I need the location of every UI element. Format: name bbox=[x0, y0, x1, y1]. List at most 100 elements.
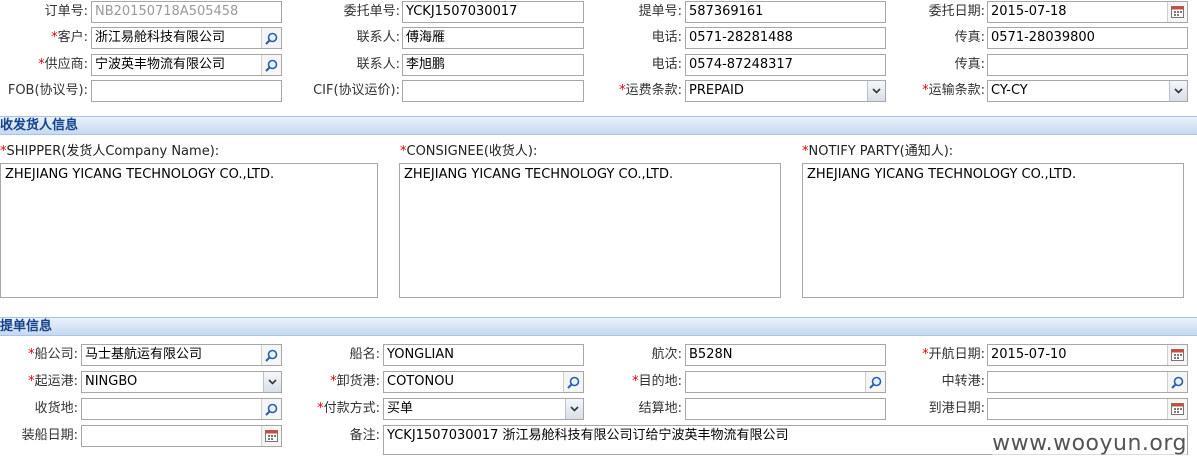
bill-no-field[interactable]: 587369161 bbox=[685, 1, 886, 23]
chevron-down-icon[interactable] bbox=[263, 372, 281, 392]
chevron-down-icon[interactable] bbox=[565, 399, 583, 419]
sail-date-label-text: 开航日期: bbox=[928, 347, 985, 362]
calendar-icon[interactable] bbox=[1167, 345, 1187, 365]
fob-field[interactable] bbox=[91, 80, 282, 102]
arrival-date-field[interactable] bbox=[987, 398, 1188, 420]
transit-field[interactable] bbox=[987, 371, 1188, 393]
consign-date-label: 委托日期: bbox=[928, 4, 985, 19]
consign-date-value: 2015-07-18 bbox=[991, 4, 1067, 19]
pod-value: COTONOU bbox=[387, 374, 454, 389]
settle-field[interactable] bbox=[685, 398, 886, 420]
load-date-field[interactable] bbox=[81, 425, 282, 447]
fax2-label: 传真: bbox=[954, 57, 985, 72]
contact2-label: 联系人: bbox=[356, 57, 400, 72]
customer-label-text: 客户: bbox=[57, 30, 88, 45]
customer-value: 浙江易舱科技有限公司 bbox=[95, 30, 226, 45]
carrier-label: *船公司: bbox=[0, 344, 78, 366]
transit-label: 中转港: bbox=[941, 374, 985, 389]
magnifier-icon[interactable] bbox=[261, 345, 281, 365]
transport-terms-select[interactable]: CY-CY bbox=[987, 80, 1188, 102]
freight-terms-select[interactable]: PREPAID bbox=[685, 80, 886, 102]
consign-date-field[interactable]: 2015-07-18 bbox=[987, 1, 1188, 23]
supplier-label: *供应商: bbox=[0, 54, 88, 76]
dest-label: *目的地: bbox=[590, 371, 682, 393]
cif-label: CIF(协议运价): bbox=[313, 83, 400, 98]
phone2-label: 电话: bbox=[651, 57, 682, 72]
shipper-label-text: SHIPPER(发货人Company Name): bbox=[6, 144, 220, 159]
carrier-value: 马士基航运有限公司 bbox=[85, 347, 203, 362]
freight-terms-value: PREPAID bbox=[689, 83, 744, 98]
payment-value: 买单 bbox=[387, 401, 414, 416]
order-no-field[interactable]: NB20150718A505458 bbox=[91, 1, 282, 23]
sail-date-field[interactable]: 2015-07-10 bbox=[987, 344, 1188, 366]
consign-no-field[interactable]: YCKJ1507030017 bbox=[402, 1, 584, 23]
notify-label-text: NOTIFY PARTY(通知人): bbox=[808, 144, 954, 159]
chevron-down-icon[interactable] bbox=[1169, 81, 1187, 101]
calendar-icon[interactable] bbox=[1167, 399, 1187, 419]
magnifier-icon[interactable] bbox=[261, 399, 281, 419]
bill-section-header: 提单信息 bbox=[0, 317, 1197, 336]
carrier-label-text: 船公司: bbox=[34, 347, 78, 362]
magnifier-icon[interactable] bbox=[261, 28, 281, 48]
supplier-label-text: 供应商: bbox=[44, 57, 88, 72]
consignee-label-text: CONSIGNEE(收货人): bbox=[406, 144, 538, 159]
receipt-field[interactable] bbox=[81, 398, 282, 420]
contact1-field[interactable]: 傅海雁 bbox=[402, 27, 584, 49]
freight-terms-label: *运费条款: bbox=[590, 80, 682, 102]
transport-terms-label: *运输条款: bbox=[890, 80, 985, 102]
vessel-field[interactable]: YONGLIAN bbox=[383, 344, 584, 366]
payment-select[interactable]: 买单 bbox=[383, 398, 584, 420]
sail-date-value: 2015-07-10 bbox=[991, 347, 1067, 362]
fax1-label: 传真: bbox=[954, 30, 985, 45]
consignee-textarea[interactable]: ZHEJIANG YICANG TECHNOLOGY CO.,LTD. bbox=[399, 163, 781, 298]
supplier-field[interactable]: 宁波英丰物流有限公司 bbox=[91, 54, 282, 76]
magnifier-icon[interactable] bbox=[865, 372, 885, 392]
contact2-field[interactable]: 李旭鹏 bbox=[402, 54, 584, 76]
voyage-label: 航次: bbox=[651, 347, 682, 362]
order-no-label: 订单号: bbox=[44, 4, 88, 19]
magnifier-icon[interactable] bbox=[1167, 372, 1187, 392]
magnifier-icon[interactable] bbox=[261, 55, 281, 75]
payment-label-text: 付款方式: bbox=[323, 401, 380, 416]
arrival-date-label: 到港日期: bbox=[928, 401, 985, 416]
notify-label: *NOTIFY PARTY(通知人): bbox=[802, 143, 953, 161]
freight-terms-label-text: 运费条款: bbox=[625, 83, 682, 98]
dest-label-text: 目的地: bbox=[638, 374, 682, 389]
shipper-textarea[interactable]: ZHEJIANG YICANG TECHNOLOGY CO.,LTD. bbox=[0, 163, 378, 298]
contact1-label: 联系人: bbox=[356, 30, 400, 45]
phone1-field[interactable]: 0571-28281488 bbox=[685, 27, 886, 49]
pod-label-text: 卸货港: bbox=[336, 374, 380, 389]
pol-label-text: 起运港: bbox=[34, 374, 78, 389]
notify-textarea[interactable]: ZHEJIANG YICANG TECHNOLOGY CO.,LTD. bbox=[802, 163, 1184, 298]
transport-terms-value: CY-CY bbox=[991, 83, 1028, 98]
supplier-value: 宁波英丰物流有限公司 bbox=[95, 57, 226, 72]
fax1-field[interactable]: 0571-28039800 bbox=[987, 27, 1188, 49]
load-date-label: 装船日期: bbox=[21, 428, 78, 443]
voyage-field[interactable]: B528N bbox=[685, 344, 886, 366]
pod-field[interactable]: COTONOU bbox=[383, 371, 584, 393]
vessel-label: 船名: bbox=[349, 347, 380, 362]
customer-label: *客户: bbox=[0, 27, 88, 49]
sail-date-label: *开航日期: bbox=[890, 344, 985, 366]
shipper-label: *SHIPPER(发货人Company Name): bbox=[0, 143, 219, 161]
fob-label: FOB(协议号): bbox=[7, 83, 88, 98]
consignee-label: *CONSIGNEE(收货人): bbox=[400, 143, 537, 161]
parties-section-header: 收发货人信息 bbox=[0, 116, 1197, 135]
carrier-field[interactable]: 马士基航运有限公司 bbox=[81, 344, 282, 366]
calendar-icon[interactable] bbox=[1167, 2, 1187, 22]
customer-field[interactable]: 浙江易舱科技有限公司 bbox=[91, 27, 282, 49]
consign-no-label: 委托单号: bbox=[343, 4, 400, 19]
dest-field[interactable] bbox=[685, 371, 886, 393]
watermark: www.wooyun.org bbox=[992, 431, 1187, 456]
fax2-field[interactable] bbox=[987, 54, 1188, 76]
transport-terms-label-text: 运输条款: bbox=[928, 83, 985, 98]
calendar-icon[interactable] bbox=[261, 426, 281, 446]
pol-label: *起运港: bbox=[0, 371, 78, 393]
cif-field[interactable] bbox=[402, 80, 584, 102]
bill-no-label: 提单号: bbox=[638, 4, 682, 19]
magnifier-icon[interactable] bbox=[563, 372, 583, 392]
chevron-down-icon[interactable] bbox=[867, 81, 885, 101]
phone2-field[interactable]: 0574-87248317 bbox=[685, 54, 886, 76]
pod-label: *卸货港: bbox=[290, 371, 380, 393]
pol-select[interactable]: NINGBO bbox=[81, 371, 282, 393]
